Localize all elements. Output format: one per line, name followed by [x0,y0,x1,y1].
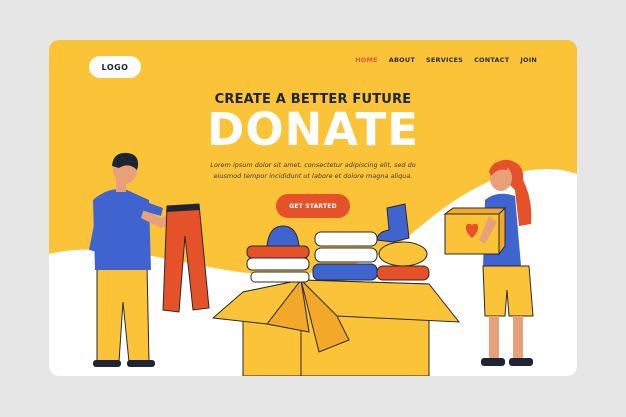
get-started-button[interactable]: GET STARTED [276,194,350,218]
woman-figure-icon [481,159,534,366]
orange-pants-icon [162,203,210,313]
man-figure-icon [89,152,173,367]
landing-page-card: LOGO HOME ABOUT SERVICES CONTACT JOIN CR… [49,40,577,376]
get-started-label: GET STARTED [289,202,337,210]
open-donation-box-icon [211,278,461,376]
